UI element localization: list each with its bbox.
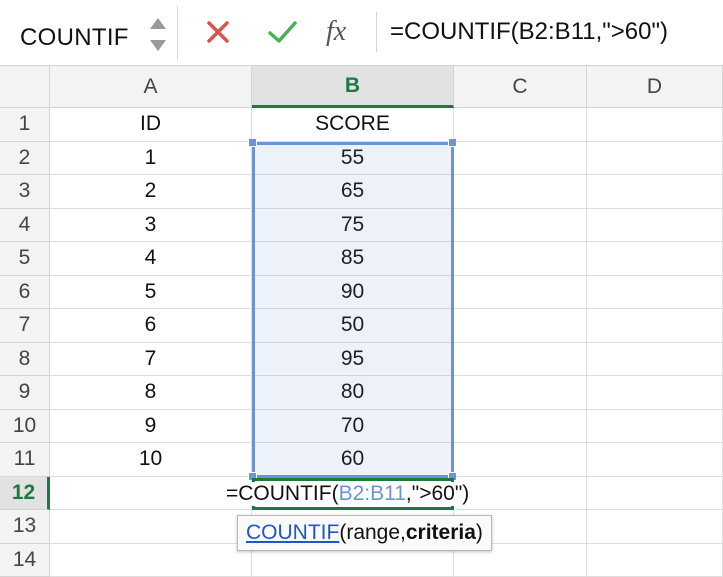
cell-b8[interactable]: 95 [252,342,454,376]
cell-b5[interactable]: 85 [252,242,454,276]
name-box-stepper[interactable] [150,18,168,56]
cell-c10[interactable] [454,409,587,443]
row-header-12[interactable]: 12 [0,476,50,510]
insert-function-icon[interactable]: fx [326,16,346,48]
row-header-5[interactable]: 5 [0,242,50,276]
cell-a14[interactable] [50,543,252,577]
cell-a6[interactable]: 5 [50,275,252,309]
cell-a10[interactable]: 9 [50,409,252,443]
cell-d13[interactable] [587,510,723,544]
row-header-10[interactable]: 10 [0,409,50,443]
cell-a7[interactable]: 6 [50,309,252,343]
column-header-b[interactable]: B [252,66,454,108]
row-header-6[interactable]: 6 [0,275,50,309]
cell-b6[interactable]: 90 [252,275,454,309]
formula-bar: COUNTIF fx =COUNTIF(B2:B11,">60") [0,0,723,66]
cell-c11[interactable] [454,443,587,477]
cell-d8[interactable] [587,342,723,376]
row-header-9[interactable]: 9 [0,376,50,410]
tooltip-arg-criteria: criteria [405,521,476,544]
column-header-d[interactable]: D [587,66,723,108]
cell-c5[interactable] [454,242,587,276]
cell-c6[interactable] [454,275,587,309]
row-header-1[interactable]: 1 [0,108,50,142]
column-header-c[interactable]: C [454,66,587,108]
cell-b11[interactable]: 60 [252,443,454,477]
cell-c12[interactable] [454,476,587,510]
row-header-14[interactable]: 14 [0,543,50,577]
row-header-8[interactable]: 8 [0,342,50,376]
chevron-up-icon[interactable] [150,18,166,29]
name-box-value: COUNTIF [20,24,129,51]
tooltip-arg-range: range, [346,521,406,544]
cell-d2[interactable] [587,141,723,175]
cell-a12[interactable] [50,476,252,510]
cell-d4[interactable] [587,208,723,242]
cell-c7[interactable] [454,309,587,343]
cell-a3[interactable]: 2 [50,175,252,209]
cell-edit-text[interactable]: =COUNTIF(B2:B11,">60") [226,482,470,506]
edit-prefix: =COUNTIF( [226,482,339,505]
row-header-4[interactable]: 4 [0,208,50,242]
tooltip-close-paren: ) [475,521,483,544]
cell-b2[interactable]: 55 [252,141,454,175]
select-all-corner[interactable] [0,66,50,108]
cell-c9[interactable] [454,376,587,410]
cell-c4[interactable] [454,208,587,242]
cell-a2[interactable]: 1 [50,141,252,175]
cell-c3[interactable] [454,175,587,209]
range-handle-top-left[interactable] [248,138,257,147]
row-header-11[interactable]: 11 [0,443,50,477]
row-header-7[interactable]: 7 [0,309,50,343]
cell-d12[interactable] [587,476,723,510]
range-handle-bottom-left[interactable] [248,472,257,481]
cell-a11[interactable]: 10 [50,443,252,477]
cell-d14[interactable] [587,543,723,577]
edit-range-ref: B2:B11 [338,482,406,505]
column-header-a[interactable]: A [50,66,252,108]
tooltip-open-paren: ( [339,521,347,544]
formula-input[interactable]: =COUNTIF(B2:B11,">60") [390,18,668,46]
cell-a13[interactable] [50,510,252,544]
cell-d7[interactable] [587,309,723,343]
cancel-icon[interactable] [200,14,236,50]
edit-suffix: ,">60") [405,482,470,505]
function-tooltip: COUNTIF(range, criteria) [237,515,492,551]
cell-d11[interactable] [587,443,723,477]
cell-d3[interactable] [587,175,723,209]
formula-bar-divider [376,12,377,52]
cell-c1[interactable] [454,108,587,142]
row-header-13[interactable]: 13 [0,510,50,544]
cell-a1[interactable]: ID [50,108,252,142]
cell-b4[interactable]: 75 [252,208,454,242]
cell-a4[interactable]: 3 [50,208,252,242]
cell-a8[interactable]: 7 [50,342,252,376]
tooltip-function-link[interactable]: COUNTIF [246,521,339,545]
chevron-down-icon[interactable] [150,40,166,51]
cell-b3[interactable]: 65 [252,175,454,209]
name-box[interactable]: COUNTIF [0,6,178,60]
cell-d9[interactable] [587,376,723,410]
cell-b9[interactable]: 80 [252,376,454,410]
cell-b1[interactable]: SCORE [252,108,454,142]
cell-c2[interactable] [454,141,587,175]
row-header-2[interactable]: 2 [0,141,50,175]
range-handle-bottom-right[interactable] [448,472,457,481]
cell-d5[interactable] [587,242,723,276]
cell-a5[interactable]: 4 [50,242,252,276]
cell-a9[interactable]: 8 [50,376,252,410]
cell-b7[interactable]: 50 [252,309,454,343]
cell-b10[interactable]: 70 [252,409,454,443]
cell-d10[interactable] [587,409,723,443]
cell-c8[interactable] [454,342,587,376]
confirm-check-icon[interactable] [262,14,302,50]
row-header-3[interactable]: 3 [0,175,50,209]
cell-d1[interactable] [587,108,723,142]
range-handle-top-right[interactable] [448,138,457,147]
cell-d6[interactable] [587,275,723,309]
